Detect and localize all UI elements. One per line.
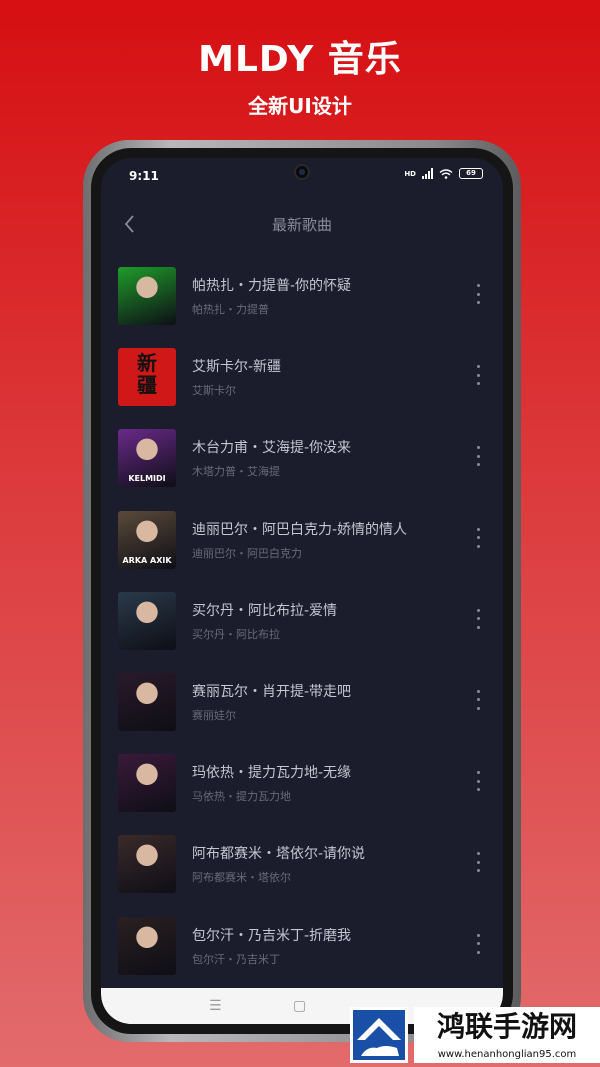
- album-cover-text: 新 疆: [137, 351, 157, 398]
- album-cover: [118, 267, 176, 325]
- more-options-icon[interactable]: [473, 771, 483, 792]
- song-row[interactable]: 包尔汗・乃吉米丁-折磨我 包尔汗・乃吉米丁: [101, 908, 503, 989]
- signal-icon: [422, 168, 433, 179]
- front-camera: [294, 164, 310, 180]
- page-title: 最新歌曲: [271, 216, 332, 234]
- status-icons: HD 69: [404, 168, 483, 179]
- album-cover: [118, 835, 176, 894]
- song-title: 木台力甫・艾海提-你没来: [192, 440, 352, 457]
- song-list: 帕热扎・力提普-你的怀疑 帕热扎・力提普新 疆 艾斯卡尔-新疆 艾斯卡尔 KELMIDI…: [101, 258, 503, 989]
- more-options-icon[interactable]: [473, 365, 483, 386]
- song-artist: 迪丽巴尔・阿巴白克力: [192, 546, 302, 560]
- watermark-url: www.henanhonglian95.com: [414, 1047, 600, 1063]
- phone-frame: 9:11 HD 69 最新歌曲 帕热扎・力提普-你的怀疑 帕热扎・力提普 新 疆…: [83, 140, 521, 1042]
- album-cover-text: KELMIDI: [128, 474, 166, 484]
- more-options-icon[interactable]: [473, 284, 483, 304]
- more-options-icon[interactable]: [473, 852, 483, 873]
- album-cover: ARKA AXIK: [118, 510, 176, 569]
- album-cover: [118, 591, 176, 650]
- watermark-logo-icon: [350, 1007, 408, 1063]
- phone-bezel: 9:11 HD 69 最新歌曲 帕热扎・力提普-你的怀疑 帕热扎・力提普 新 疆…: [91, 148, 513, 1034]
- more-options-icon[interactable]: [473, 527, 483, 548]
- song-artist: 包尔汗・乃吉米丁: [192, 952, 280, 966]
- song-title: 买尔丹・阿比布拉-爱情: [192, 602, 338, 619]
- app-screen: 9:11 HD 69 最新歌曲 帕热扎・力提普-你的怀疑 帕热扎・力提普 新 疆…: [101, 158, 503, 1024]
- more-options-icon[interactable]: [473, 933, 483, 954]
- song-row[interactable]: 帕热扎・力提普-你的怀疑 帕热扎・力提普: [101, 258, 503, 339]
- watermark-brand: 鸿联手游网: [414, 1007, 600, 1047]
- nav-bar: 最新歌曲: [101, 198, 503, 250]
- wifi-icon: [439, 168, 453, 179]
- song-row[interactable]: 阿布都赛米・塔依尔-请你说 阿布都赛米・塔依尔: [101, 826, 503, 907]
- more-options-icon[interactable]: [473, 608, 483, 629]
- menu-icon[interactable]: ☰: [209, 998, 222, 1014]
- song-artist: 艾斯卡尔: [192, 384, 236, 398]
- song-row[interactable]: 玛依热・提力瓦力地-无缘 马依热・提力瓦力地: [101, 745, 503, 826]
- song-title: 迪丽巴尔・阿巴白克力-娇情的情人: [192, 521, 408, 538]
- song-title: 阿布都赛米・塔依尔-请你说: [192, 846, 366, 863]
- song-row[interactable]: 买尔丹・阿比布拉-爱情 买尔丹・阿比布拉: [101, 583, 503, 664]
- promo-title: MLDY 音乐: [198, 39, 402, 80]
- promo-subtitle: 全新UI设计: [248, 94, 352, 118]
- watermark: 鸿联手游网 www.henanhonglian95.com: [350, 1005, 600, 1065]
- battery-icon: 69: [459, 168, 483, 179]
- album-cover: [118, 916, 176, 975]
- status-bar: 9:11 HD 69: [101, 158, 503, 190]
- album-cover: KELMIDI: [118, 429, 176, 488]
- song-row[interactable]: 新 疆 艾斯卡尔-新疆 艾斯卡尔: [101, 339, 503, 420]
- song-artist: 买尔丹・阿比布拉: [192, 627, 280, 641]
- status-time: 9:11: [129, 169, 159, 183]
- song-title: 赛丽瓦尔・肖开提-带走吧: [192, 683, 352, 700]
- song-title: 艾斯卡尔-新疆: [192, 359, 282, 376]
- song-artist: 阿布都赛米・塔依尔: [192, 871, 291, 885]
- album-cover-text: ARKA AXIK: [122, 555, 172, 565]
- more-options-icon[interactable]: [473, 689, 483, 710]
- hd-indicator: HD: [404, 169, 416, 178]
- home-icon[interactable]: ▢: [293, 998, 306, 1014]
- song-artist: 马依热・提力瓦力地: [192, 790, 291, 804]
- song-artist: 木塔力普・艾海提: [192, 465, 280, 479]
- song-row[interactable]: KELMIDI 木台力甫・艾海提-你没来 木塔力普・艾海提: [101, 420, 503, 501]
- song-artist: 赛丽娃尔: [192, 708, 236, 722]
- more-options-icon[interactable]: [473, 446, 483, 467]
- song-title: 玛依热・提力瓦力地-无缘: [192, 765, 352, 782]
- album-cover: 新 疆: [118, 348, 176, 407]
- album-cover: [118, 754, 176, 813]
- album-cover: [118, 672, 176, 731]
- song-artist: 帕热扎・力提普: [192, 303, 269, 316]
- song-title: 帕热扎・力提普-你的怀疑: [192, 278, 352, 294]
- song-row[interactable]: 赛丽瓦尔・肖开提-带走吧 赛丽娃尔: [101, 664, 503, 745]
- song-title: 包尔汗・乃吉米丁-折磨我: [192, 927, 352, 944]
- song-row[interactable]: ARKA AXIK 迪丽巴尔・阿巴白克力-娇情的情人 迪丽巴尔・阿巴白克力: [101, 502, 503, 583]
